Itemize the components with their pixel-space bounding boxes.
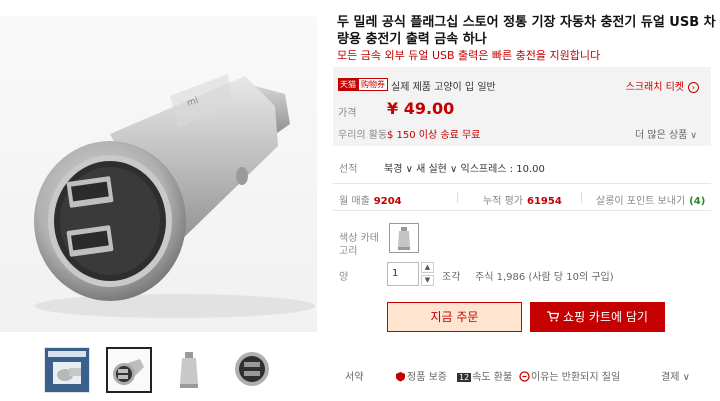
free-shipping-text: $ 150 이상 송료 무료 xyxy=(387,130,481,141)
thumbnail-1[interactable] xyxy=(44,347,90,393)
monthly-sales: 월 매출 9204 xyxy=(339,192,402,207)
payment-label: 결제 xyxy=(661,372,680,383)
return-icon xyxy=(519,371,530,382)
divider xyxy=(581,192,582,203)
tmall-badge: 天猫 xyxy=(338,78,358,91)
scratch-ticket-label: 스크래치 티켓 xyxy=(625,82,684,93)
product-title: 두 밀레 공식 플래그십 스토어 정통 기장 자동차 충전기 듀얼 USB 차량… xyxy=(337,15,716,47)
sales-stats: 월 매출 9204 누적 평가 61954 살롱이 포인트 보내기 (4) xyxy=(333,183,711,211)
chevron-down-icon: ∨ xyxy=(682,372,690,383)
points-info: 살롱이 포인트 보내기 (4) xyxy=(596,192,705,207)
price-value: ¥ 49.00 xyxy=(387,99,455,118)
seven-day-return[interactable]: 이유는 반환되지 칠일 xyxy=(519,368,620,383)
quantity-decrease-icon[interactable]: ▼ xyxy=(421,275,434,286)
fast-refund-badge: 12 xyxy=(457,373,472,382)
fast-refund[interactable]: 12 속도 환불 xyxy=(457,368,512,383)
more-products-link[interactable]: 더 많은 상품 ∨ xyxy=(635,126,697,141)
review-count-value: 61954 xyxy=(526,196,562,207)
points-value: (4) xyxy=(689,196,706,207)
promo-text: 실제 제품 고양이 입 일반 xyxy=(391,82,496,93)
shield-icon xyxy=(396,372,405,382)
thumbnail-3[interactable] xyxy=(168,347,214,393)
fast-refund-label: 속도 환불 xyxy=(472,372,513,383)
thumbnail-2[interactable] xyxy=(106,347,152,393)
monthly-sales-value: 9204 xyxy=(373,196,402,207)
review-count-label: 누적 평가 xyxy=(483,196,523,207)
thumbnail-4[interactable] xyxy=(230,347,276,393)
color-category-label: 색상 카테고리 xyxy=(339,233,379,257)
add-to-cart-label: 쇼핑 카트에 담기 xyxy=(563,310,648,324)
quantity-unit: 조각 xyxy=(442,272,461,283)
genuine-guarantee-label: 정품 보증 xyxy=(407,372,447,383)
thumbnail-charger-side-image xyxy=(169,348,213,392)
quantity-label: 양 xyxy=(339,272,349,283)
thumbnail-charger-front-image xyxy=(108,349,150,391)
chevron-down-icon: ∨ xyxy=(690,131,697,141)
pledge-label: 서약 xyxy=(345,372,364,383)
arrow-right-icon: › xyxy=(688,82,699,93)
payment-dropdown[interactable]: 결제 ∨ xyxy=(661,368,690,383)
color-option-silver[interactable] xyxy=(389,223,419,253)
quantity-increase-icon[interactable]: ▲ xyxy=(421,262,434,273)
more-products-label: 더 많은 상품 xyxy=(635,130,688,141)
stock-info: 주식 1,986 (사람 당 10의 구입) xyxy=(475,272,614,283)
add-to-cart-button[interactable]: 쇼핑 카트에 담기 xyxy=(530,302,665,332)
quantity-input[interactable]: 1 xyxy=(387,262,419,286)
scratch-ticket-link[interactable]: 스크래치 티켓 › xyxy=(626,78,699,93)
cart-icon xyxy=(547,311,560,322)
review-count[interactable]: 누적 평가 61954 xyxy=(483,192,562,207)
price-label: 가격 xyxy=(338,108,357,119)
thumbnail-charger-face-image xyxy=(231,348,275,392)
activity-label: 우리의 활동 xyxy=(338,130,388,141)
product-subtitle: 모든 금속 외부 듀얼 USB 출력은 빠른 충전을 지원합니다 xyxy=(337,49,601,62)
product-main-image[interactable]: mi xyxy=(0,16,317,332)
coupon-badge[interactable]: 购物券 xyxy=(358,78,388,91)
seven-day-return-label: 이유는 반환되지 칠일 xyxy=(531,372,621,383)
silver-charger-swatch-icon xyxy=(398,227,410,250)
buy-now-button[interactable]: 지금 주문 xyxy=(387,302,522,332)
shipping-selector[interactable]: 북경 ∨ 새 실현 ∨ 익스프레스 : 10.00 xyxy=(384,160,545,175)
genuine-guarantee[interactable]: 정품 보증 xyxy=(395,368,447,383)
car-charger-image: mi xyxy=(34,74,315,318)
divider xyxy=(457,192,458,203)
thumbnail-box-image xyxy=(45,348,89,392)
points-label: 살롱이 포인트 보내기 xyxy=(596,196,686,207)
price-panel: 天猫 购物券 실제 제품 고양이 입 일반 스크래치 티켓 › 가격 ¥ 49.0… xyxy=(333,67,711,146)
monthly-sales-label: 월 매출 xyxy=(339,196,370,207)
shipping-label: 선적 xyxy=(339,164,358,175)
